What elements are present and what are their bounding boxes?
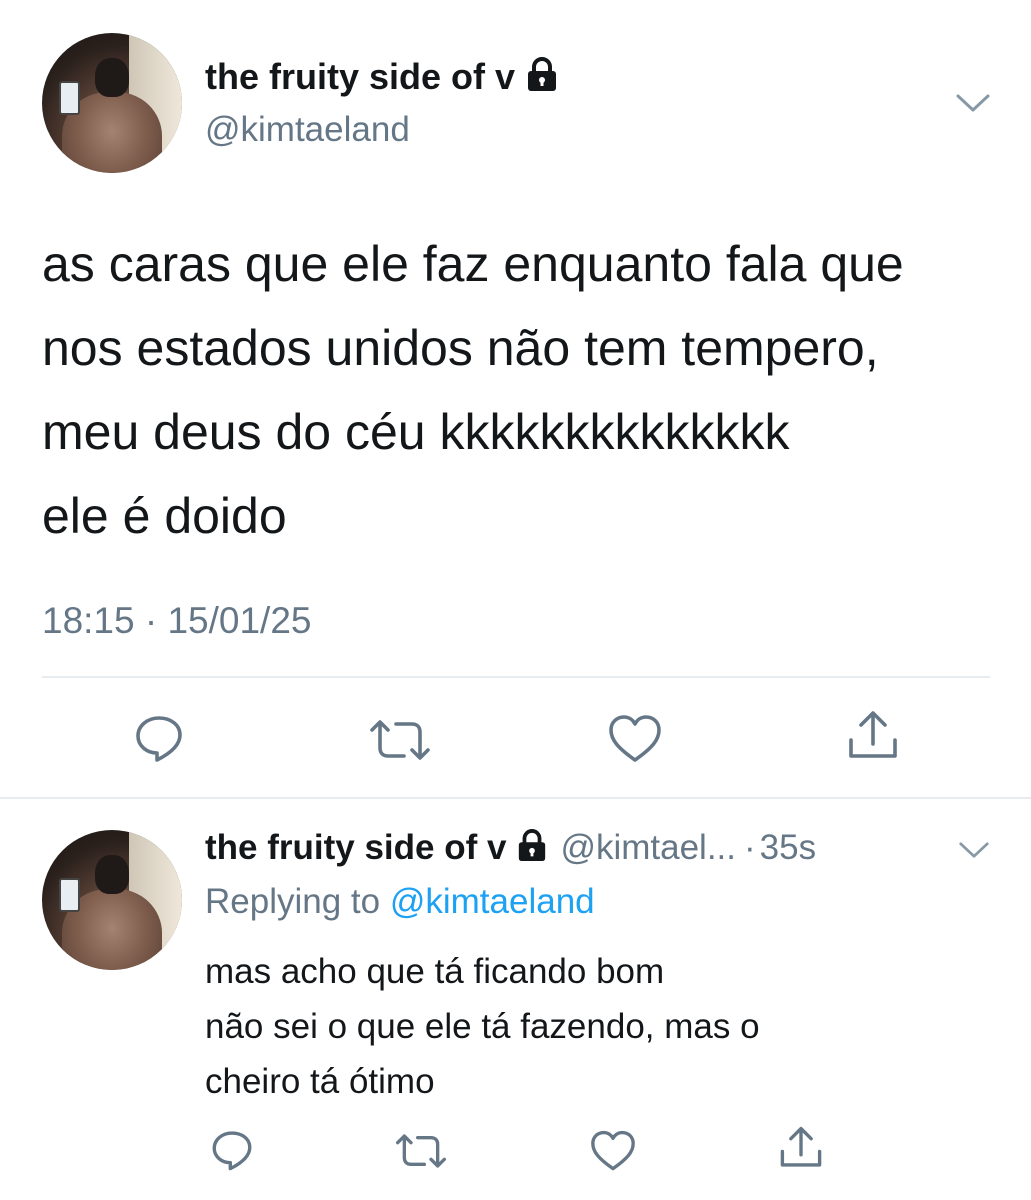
retweet-button[interactable] [394, 1131, 448, 1176]
retweet-icon [395, 1134, 446, 1168]
retweet-icon [370, 720, 430, 760]
author-name-row[interactable]: the fruity side of v [205, 56, 559, 98]
replying-prefix: Replying to [205, 882, 381, 921]
reply-icon [212, 1131, 252, 1171]
share-icon [849, 711, 897, 758]
lock-icon [525, 56, 559, 98]
replying-to-link[interactable]: @kimtaeland [390, 882, 595, 921]
display-name[interactable]: the fruity side of v [205, 56, 515, 98]
chevron-down-icon[interactable] [958, 840, 990, 865]
reply-button[interactable] [210, 1128, 254, 1177]
heart-icon [591, 1130, 635, 1171]
separator-dot: · [744, 828, 756, 867]
divider [42, 676, 990, 678]
reply-avatar[interactable] [42, 830, 182, 970]
share-icon [780, 1126, 822, 1167]
reply-handle[interactable]: @kimtael... [560, 828, 736, 868]
retweet-button[interactable] [368, 716, 432, 769]
reply-time[interactable]: 35s [760, 828, 816, 868]
main-tweet: the fruity side of v @kimtaeland as cara… [0, 0, 1031, 797]
heart-icon [609, 715, 661, 762]
reply-header: the fruity side of v @kimtael... · 35s [205, 828, 816, 868]
reply-display-name[interactable]: the fruity side of v [205, 828, 506, 868]
timestamp[interactable]: 18:15 · 15/01/25 [42, 600, 312, 642]
avatar[interactable] [42, 33, 182, 173]
share-button[interactable] [778, 1126, 824, 1175]
chevron-down-icon[interactable] [955, 92, 991, 119]
share-button[interactable] [846, 710, 900, 767]
handle[interactable]: @kimtaeland [205, 110, 410, 150]
tweet-separator [0, 797, 1031, 799]
like-button[interactable] [590, 1130, 636, 1177]
tweet-text: as caras que ele faz enquanto fala que n… [42, 236, 904, 544]
reply-text: mas acho que tá ficando bom não sei o qu… [205, 952, 760, 1101]
reply-button[interactable] [133, 712, 185, 769]
replying-to: Replying to @kimtaeland [205, 882, 595, 922]
like-button[interactable] [608, 714, 662, 769]
reply-icon [136, 716, 182, 762]
lock-icon [516, 828, 548, 868]
